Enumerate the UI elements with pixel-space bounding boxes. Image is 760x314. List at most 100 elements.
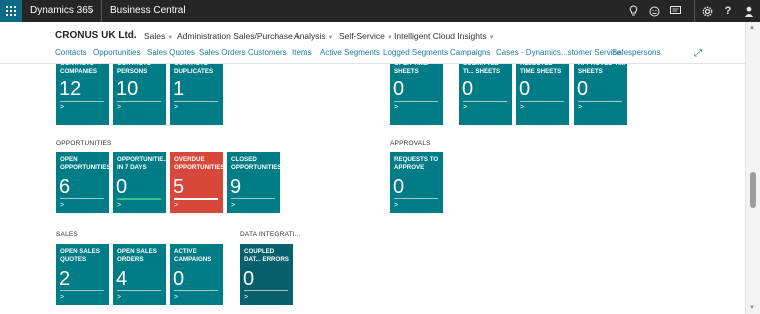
tile-value: 12 [59,78,82,100]
tile-label: OPEN TIME SHEETS [394,64,428,75]
link-contacts[interactable]: Contacts [55,48,87,57]
tile-rejected-time-sheets[interactable]: REJECTED TIME SHEETS 0 > [516,64,569,125]
menu-analysis[interactable]: Analysis ▼ [294,31,334,41]
tile-active-campaigns[interactable]: ACTIVE CAMPAIGNS 0 > [170,244,223,305]
menu-sales[interactable]: Sales ▼ [144,31,173,41]
link-salespersons[interactable]: Salespersons [612,48,660,57]
tile-approved-time-sheets[interactable]: APPROVED TI... SHEETS 0 > [574,64,627,125]
brand-name[interactable]: Dynamics 365 [30,5,93,16]
product-name[interactable]: Business Central [110,5,186,16]
tile-value: 2 [59,268,71,290]
expand-icon[interactable]: ⤢ [694,48,702,59]
tile-label: CONTACTS - DUPLICATES [174,64,214,75]
chevron-right-icon: > [394,202,399,209]
link-active-segments[interactable]: Active Segments [320,48,380,57]
tile-open-sales-quotes[interactable]: OPEN SALES QUOTES 2 > [56,244,109,305]
divider [101,0,102,22]
tile-label: CONTACTS - COMPANIES [60,64,98,75]
tile-open-sales-orders[interactable]: OPEN SALES ORDERS 4 > [113,244,166,305]
chevron-down-icon: ▼ [386,35,393,41]
tile-divider [244,290,288,291]
gear-icon[interactable] [700,4,714,18]
section-title-opportunities: OPPORTUNITIES [56,140,112,147]
chevron-right-icon: > [174,202,179,209]
tile-value: 0 [173,268,185,290]
chevron-down-icon: ▼ [488,35,495,41]
menu-self-service[interactable]: Self-Service ▼ [339,31,393,41]
tile-value: 0 [393,176,405,198]
scroll-down-icon[interactable]: ▼ [749,305,755,311]
tile-divider [231,198,275,199]
tile-label: SUBMITTED TI... SHEETS [463,64,501,75]
link-items[interactable]: Items [292,48,312,57]
chevron-right-icon: > [60,202,65,209]
tile-overdue-opportunities[interactable]: OVERDUE OPPORTUNITIES 5 > [170,152,223,213]
tile-divider [174,290,218,291]
link-sales-quotes[interactable]: Sales Quotes [147,48,195,57]
tile-contacts-duplicates[interactable]: CONTACTS - DUPLICATES 1 > [170,64,223,125]
tile-closed-opportunities[interactable]: CLOSED OPPORTUNITIES 9 > [227,152,280,213]
tile-value: 0 [116,176,128,198]
link-sales-orders[interactable]: Sales Orders [199,48,246,57]
tile-divider [60,198,104,199]
section-title-data-integration: DATA INTEGRATI... [240,231,301,238]
tile-indicator-bar [117,198,161,200]
tile-label: OPEN OPPORTUNITIES [60,156,109,171]
tile-opportunities-7-days[interactable]: OPPORTUNITIE... IN 7 DAYS 0 > [113,152,166,213]
link-logged-segments[interactable]: Logged Segments [383,48,448,57]
scroll-up-icon[interactable]: ▲ [749,25,755,31]
chevron-right-icon: > [174,104,179,111]
tile-value: 0 [577,78,589,100]
scroll-thumb[interactable] [750,172,756,208]
chevron-down-icon[interactable]: ⌄ [88,5,95,14]
tile-divider [394,198,438,199]
chevron-right-icon: > [394,104,399,111]
user-icon[interactable] [742,4,756,18]
chevron-right-icon: > [244,294,249,301]
tile-submitted-time-sheets[interactable]: SUBMITTED TI... SHEETS 0 > [459,64,512,125]
menu-label: Intelligent Cloud Insights [394,31,487,41]
menu-intelligent-cloud[interactable]: Intelligent Cloud Insights ▼ [394,31,495,41]
menu-label: Administration Sales/Purchase [177,31,293,41]
menu-label: Self-Service [339,31,385,41]
waffle-icon[interactable] [0,0,22,22]
chevron-right-icon: > [520,104,525,111]
chat-icon[interactable] [668,4,682,18]
tile-value: 0 [462,78,474,100]
menu-label: Analysis [294,31,326,41]
smiley-icon[interactable] [647,4,661,18]
tile-open-opportunities[interactable]: OPEN OPPORTUNITIES 6 > [56,152,109,213]
chevron-down-icon: ▼ [327,35,334,41]
chevron-right-icon: > [117,104,122,111]
chevron-right-icon: > [117,202,122,209]
lightbulb-icon[interactable] [626,4,640,18]
tile-value: 10 [116,78,139,100]
tile-coupled-data-errors[interactable]: COUPLED DAT... ERRORS 0 > [240,244,293,305]
tile-label: CLOSED OPPORTUNITIES [231,156,280,171]
tile-divider [463,101,507,102]
chevron-right-icon: > [231,202,236,209]
link-cases[interactable]: Cases - Dynamics...stomer Service [496,48,621,57]
link-opportunities[interactable]: Opportunities [93,48,141,57]
tile-contacts-companies[interactable]: CONTACTS - COMPANIES 12 > [56,64,109,125]
link-campaigns[interactable]: Campaigns [450,48,490,57]
section-title-sales: SALES [56,231,78,238]
divider [694,0,695,22]
company-name[interactable]: CRONUS UK Ltd. [55,30,137,41]
tile-label: OPPORTUNITIE... IN 7 DAYS [117,156,166,171]
tile-label: OVERDUE OPPORTUNITIES [174,156,223,171]
vertical-scrollbar[interactable]: ▲ ▼ [745,22,760,314]
tile-label: COUPLED DAT... ERRORS [244,248,289,263]
chevron-right-icon: > [174,294,179,301]
tile-contacts-persons[interactable]: CONTACTS - PERSONS 10 > [113,64,166,125]
tile-open-time-sheets[interactable]: OPEN TIME SHEETS 0 > [390,64,443,125]
section-title-approvals: APPROVALS [390,140,431,147]
tile-divider [174,101,218,102]
help-icon[interactable]: ? [721,4,735,18]
menu-administration[interactable]: Administration Sales/Purchase ▼ [177,31,301,41]
link-customers[interactable]: Customers [248,48,287,57]
tile-label: APPROVED TI... SHEETS [578,64,625,75]
tile-value: 6 [59,176,71,198]
tile-divider [520,101,564,102]
tile-requests-to-approve[interactable]: REQUESTS TO APPROVE 0 > [390,152,443,213]
